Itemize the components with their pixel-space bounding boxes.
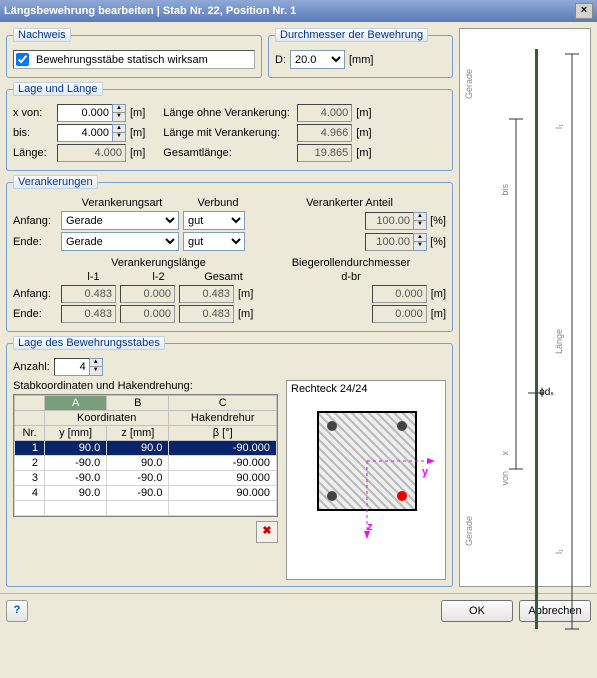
bis-label: bis: — [13, 127, 53, 139]
lov-field — [297, 104, 352, 122]
delete-icon[interactable]: ✖ — [256, 521, 278, 543]
ges-label: Gesamtlänge: — [163, 147, 293, 159]
ges-field — [297, 144, 352, 162]
xvon-label: x von: — [13, 107, 53, 119]
nachweis-group: Nachweis Bewehrungsstäbe statisch wirksa… — [6, 28, 262, 78]
bis-input[interactable]: ▲▼ — [57, 124, 126, 142]
preview-panel: Gerade Gerade l₁ bis Länge ɸdₛ x von l₁ — [459, 28, 591, 587]
lage-group: Lage und Länge x von:▲▼ [m] bis:▲▼ [m] L… — [6, 82, 453, 171]
verank-group: Verankerungen Verankerungsart Verbund Ve… — [6, 175, 453, 332]
verb-anfang[interactable]: gut — [183, 211, 245, 230]
pos-group: Lage des Bewehrungsstabes Anzahl:▲▼ Stab… — [6, 336, 453, 587]
cross-section: Rechteck 24/24 z y — [286, 380, 446, 580]
diameter-group: Durchmesser der Bewehrung D: 20.0 [mm] — [268, 28, 453, 78]
verb-ende[interactable]: gut — [183, 232, 245, 251]
verank-legend: Verankerungen — [13, 175, 98, 189]
d-unit: [mm] — [349, 54, 373, 66]
art-ende[interactable]: Gerade — [61, 232, 179, 251]
laenge-field — [57, 144, 126, 162]
close-button[interactable]: × — [575, 3, 593, 19]
d-label: D: — [275, 54, 286, 66]
titlebar: Längsbewehrung bearbeiten | Stab Nr. 22,… — [0, 0, 597, 22]
art-anfang[interactable]: Gerade — [61, 211, 179, 230]
help-button[interactable] — [6, 600, 28, 622]
diameter-legend: Durchmesser der Bewehrung — [275, 28, 428, 42]
lov-label: Länge ohne Verankerung: — [163, 107, 293, 119]
window-title: Längsbewehrung bearbeiten | Stab Nr. 22,… — [4, 5, 296, 17]
table-row: 190.090.0-90.000 — [15, 441, 277, 456]
coord-table[interactable]: ABC KoordinatenHakendrehur Nr.y [mm]z [m… — [13, 394, 278, 517]
table-row: 3-90.0-90.090.000 — [15, 471, 277, 486]
table-row: 490.0-90.090.000 — [15, 486, 277, 501]
laenge-label: Länge: — [13, 147, 53, 159]
d-select[interactable]: 20.0 — [290, 50, 345, 69]
lmv-field — [297, 124, 352, 142]
nachweis-legend: Nachweis — [13, 28, 71, 42]
static-checkbox[interactable] — [16, 53, 29, 66]
static-label: Bewehrungsstäbe statisch wirksam — [36, 54, 208, 66]
table-row: 2-90.090.0-90.000 — [15, 456, 277, 471]
xvon-input[interactable]: ▲▼ — [57, 104, 126, 122]
lmv-label: Länge mit Verankerung: — [163, 127, 293, 139]
table-row — [15, 501, 277, 516]
anzahl-input[interactable]: ▲▼ — [54, 358, 103, 376]
pos-legend: Lage des Bewehrungsstabes — [13, 336, 165, 350]
ant-anfang: ▲▼ — [365, 212, 427, 230]
lage-legend: Lage und Länge — [13, 82, 103, 96]
ant-ende: ▲▼ — [365, 233, 427, 251]
